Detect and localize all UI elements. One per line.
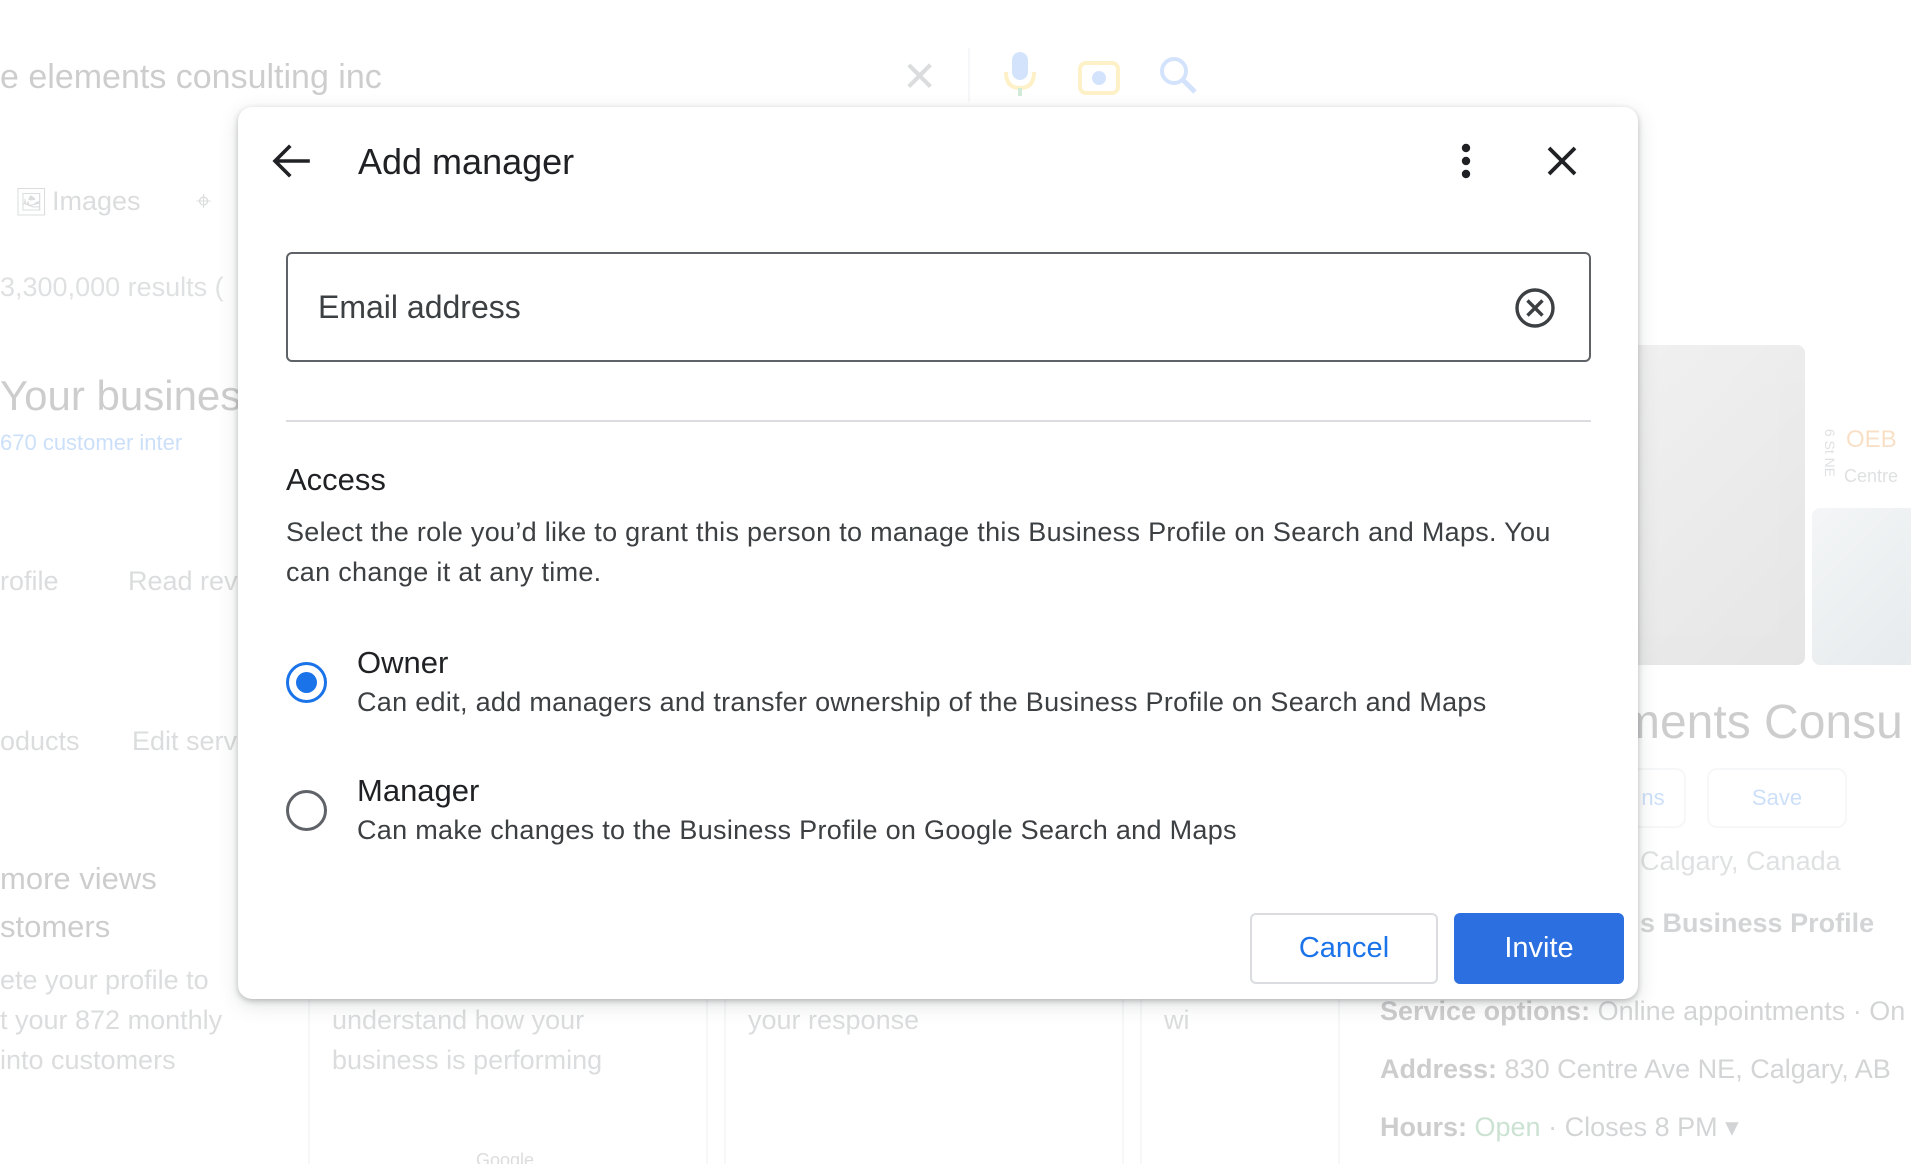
bg-action-reviews: Read rev (128, 566, 238, 596)
bg-results-count: 3,300,000 results ( (0, 272, 224, 302)
radio-unchecked-icon (285, 789, 327, 831)
bg-map-label-2: Centre (1844, 466, 1899, 486)
manager-radio[interactable] (276, 780, 336, 840)
bg-action-services: Edit serv (132, 726, 238, 756)
close-icon (1547, 146, 1577, 176)
bg-interactions-link: 670 customer inter (0, 430, 183, 455)
bg-hours: Hours: Open · Closes 8 PM ▾ (1380, 1112, 1739, 1142)
bg-image-icon: 🖼 (14, 187, 49, 217)
manager-label: Manager (357, 773, 480, 808)
owner-radio[interactable] (276, 652, 336, 712)
dialog-title: Add manager (358, 141, 575, 182)
bg-google-logo: Google (476, 1150, 535, 1164)
bg-heading: Your business (0, 372, 263, 419)
bg-pin-icon: ⌖ (196, 186, 212, 216)
bg-card-1 (308, 990, 708, 1164)
bg-action-products: oducts (0, 726, 80, 756)
bg-promo-desc-2: t your 872 monthly (0, 1005, 223, 1035)
invite-button[interactable]: Invite (1454, 913, 1624, 984)
bg-search-query: e elements consulting inc (0, 58, 382, 96)
bg-card-text-2: business is performing (332, 1045, 603, 1075)
bg-map-street: 6 St NE (1822, 428, 1839, 478)
bg-address: Address: 830 Centre Ave NE, Calgary, AB (1380, 1054, 1891, 1084)
cancel-circle-icon (1515, 288, 1555, 328)
access-description: Select the role you’d like to grant this… (286, 517, 1551, 587)
divider (286, 420, 1591, 422)
bg-action-profile: rofile (0, 566, 59, 596)
radio-checked-icon (285, 661, 327, 703)
bg-map-label-1: OEB (1846, 426, 1897, 453)
cancel-button[interactable]: Cancel (1250, 913, 1438, 984)
back-button[interactable] (263, 133, 319, 189)
role-option-owner[interactable]: Owner Can edit, add managers and transfe… (276, 635, 1596, 735)
owner-label: Owner (357, 645, 449, 680)
bg-photo-side (1812, 508, 1911, 665)
owner-description: Can edit, add managers and transfer owne… (357, 687, 1487, 717)
close-button[interactable] (1534, 133, 1590, 189)
email-input[interactable] (318, 288, 1468, 326)
add-manager-dialog: Add manager Access Select the role you’d… (238, 107, 1638, 999)
bg-card-text-3: your response (748, 1005, 920, 1035)
bg-panel-profile: s Business Profile (1640, 908, 1875, 938)
arrow-left-icon (272, 144, 310, 178)
bg-card-text-4: wi (1164, 1005, 1190, 1035)
more-options-button[interactable] (1438, 133, 1494, 189)
bg-photo-main (1620, 345, 1805, 665)
bg-tab-images: Images (52, 186, 141, 216)
bg-panel-title: ments Consu (1620, 696, 1903, 749)
clear-email-button[interactable] (1507, 280, 1563, 336)
bg-panel-btn-save: Save (1707, 768, 1847, 828)
bg-promo-desc-3: into customers (0, 1045, 176, 1075)
bg-promo-line-1: more views (0, 861, 157, 896)
bg-camera-icon (1078, 55, 1120, 100)
bg-search-icon (1158, 55, 1198, 100)
role-option-manager[interactable]: Manager Can make changes to the Business… (276, 763, 1596, 863)
bg-search-divider (968, 48, 970, 102)
bg-clear-icon: ✕ (902, 53, 938, 100)
more-vert-icon (1461, 143, 1471, 179)
bg-mic-icon (1003, 50, 1037, 103)
manager-description: Can make changes to the Business Profile… (357, 815, 1237, 845)
bg-card-text-1: understand how your (332, 1005, 585, 1035)
bg-card-3 (1140, 990, 1340, 1164)
access-heading: Access (286, 462, 386, 497)
bg-promo-line-2: stomers (0, 909, 111, 944)
bg-panel-location: Calgary, Canada (1640, 846, 1841, 876)
bg-card-2 (724, 990, 1124, 1164)
email-field[interactable] (286, 252, 1591, 362)
bg-promo-desc-1: ete your profile to (0, 965, 209, 995)
bg-service-options: Service options: Online appointments · O… (1380, 996, 1906, 1026)
